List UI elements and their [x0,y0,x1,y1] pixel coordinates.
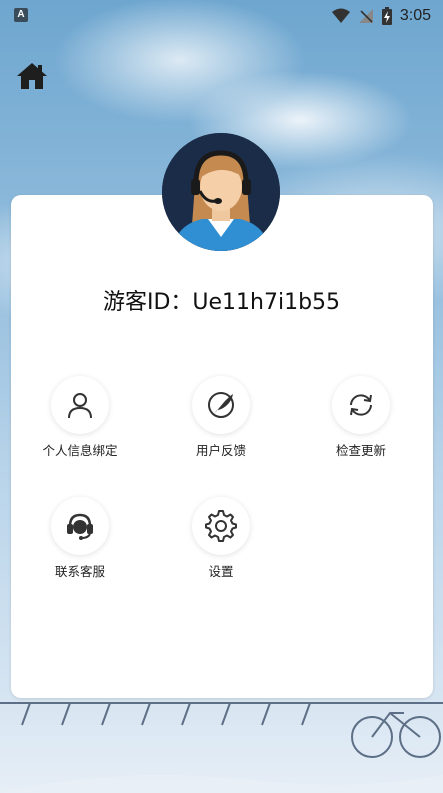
menu-label: 检查更新 [335,443,386,458]
menu-item-feedback[interactable]: 用户反馈 [161,376,281,476]
feather-icon [208,392,234,418]
menu-label: 设置 [208,564,234,579]
background-railing [0,702,443,793]
status-icons: 3:05 [324,4,431,28]
menu-item-bind-info[interactable]: 个人信息绑定 [20,376,140,476]
app-notification-icon: A [14,8,28,22]
status-bar: A 3:05 [0,0,443,32]
headset-icon [67,513,93,540]
menu-icon-circle [51,497,109,555]
menu-icon-circle [332,376,390,434]
menu-item-check-update[interactable]: 检查更新 [301,376,421,476]
menu-icon-circle [192,497,250,555]
avatar [162,133,280,251]
status-time: 3:05 [399,7,431,24]
menu-label: 个人信息绑定 [42,443,118,458]
battery-charging-icon [381,7,392,25]
menu-icon-circle [51,376,109,434]
menu-item-settings[interactable]: 设置 [161,497,281,597]
user-icon [68,393,92,419]
menu-label: 联系客服 [54,564,105,579]
wifi-icon [331,8,350,23]
gear-icon [205,510,237,542]
guest-id-text: 游客ID：Ue11h7i1b55 [102,290,341,315]
home-button[interactable] [14,58,50,94]
refresh-icon [350,394,372,416]
home-icon [17,63,47,89]
menu-item-contact-support[interactable]: 联系客服 [20,497,140,597]
menu-label: 用户反馈 [195,443,246,458]
customer-service-avatar [162,133,280,251]
no-signal-icon [358,9,373,23]
menu-icon-circle [192,376,250,434]
